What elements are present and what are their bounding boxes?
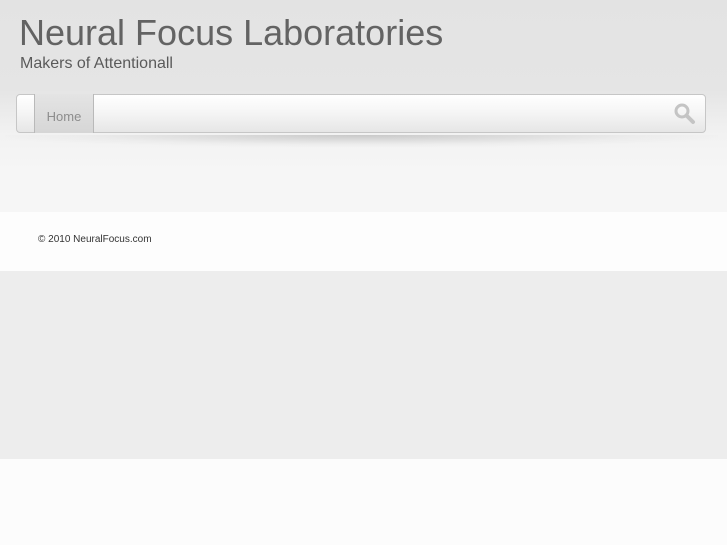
gray-band	[0, 271, 727, 459]
copyright-text: © 2010 NeuralFocus.com	[38, 234, 152, 245]
search-icon[interactable]	[673, 102, 697, 126]
site-title: Neural Focus Laboratories	[19, 12, 444, 53]
bottom-area	[0, 459, 727, 545]
site-tagline: Makers of Attentionall	[20, 55, 173, 72]
content-strip	[0, 172, 727, 212]
nav-bar: Home	[16, 94, 706, 133]
nav-item-home[interactable]: Home	[34, 94, 94, 133]
site-header: Neural Focus Laboratories Makers of Atte…	[0, 0, 727, 172]
footer: © 2010 NeuralFocus.com	[0, 212, 727, 271]
nav-shadow	[5, 135, 718, 147]
